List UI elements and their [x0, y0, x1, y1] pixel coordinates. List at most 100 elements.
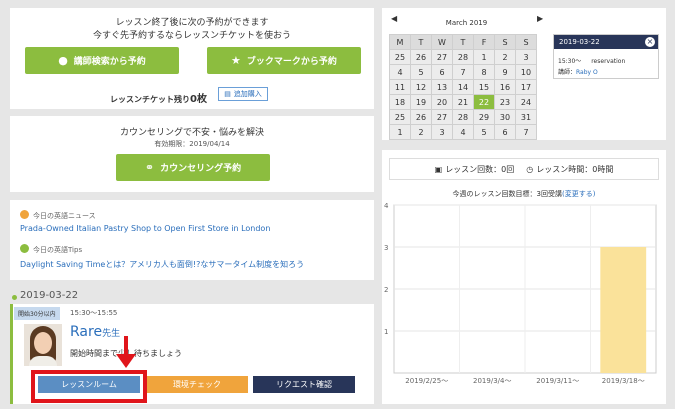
add-purchase-button[interactable]: ▤ 追加購入: [218, 87, 268, 101]
calendar-day[interactable]: 27: [431, 49, 453, 65]
calendar-day[interactable]: 22: [473, 94, 495, 110]
popup-teacher-link[interactable]: Raby O: [576, 69, 598, 76]
lesson-date-dot: [12, 295, 17, 300]
annotation-arrow: [124, 336, 128, 356]
popup-teacher-row: 講師：Raby O: [558, 69, 598, 76]
calendar-day[interactable]: 15: [473, 79, 495, 95]
tips-label: 今日の英語Tips: [20, 244, 82, 255]
lesson-count-icon: ▣: [434, 164, 443, 174]
popup-time-row: 15:30～ reservation: [558, 58, 626, 65]
chart-bar: [600, 247, 647, 373]
calendar-day[interactable]: 14: [452, 79, 474, 95]
chart-x-tick: 2019/3/11～: [536, 377, 579, 385]
calendar-day[interactable]: 26: [410, 109, 432, 125]
calendar-day[interactable]: 31: [515, 109, 537, 125]
calendar-day[interactable]: 5: [473, 124, 495, 140]
panel-line-2: 今すぐ先予約するならレッスンチケットを使おう: [92, 31, 291, 41]
calendar-day[interactable]: 11: [389, 79, 411, 95]
calendar-day[interactable]: 28: [452, 109, 474, 125]
teacher-name[interactable]: Rare先生: [70, 324, 120, 340]
headset-icon: ⚭: [144, 161, 155, 174]
chart-y-tick: 2: [384, 286, 388, 294]
reservation-popup: 2019-03-22 × 15:30～ reservation 講師：Raby …: [553, 34, 659, 79]
calendar-day[interactable]: 4: [389, 64, 411, 80]
bookmark-button[interactable]: ★ ブックマークから予約: [207, 47, 361, 74]
ticket-remaining: レッスンチケット残り0枚: [110, 94, 207, 105]
calendar-day[interactable]: 28: [452, 49, 474, 65]
chart-y-tick: 1: [384, 328, 388, 336]
teacher-avatar[interactable]: [24, 324, 62, 366]
calendar-weekday: S: [494, 34, 516, 50]
calendar-weekday: T: [410, 34, 432, 50]
calendar-day[interactable]: 30: [494, 109, 516, 125]
tips-link[interactable]: Daylight Saving Timeとは？アメリカ人も面倒!?なサマータイム…: [20, 259, 304, 270]
news-link[interactable]: Prada-Owned Italian Pastry Shop to Open …: [20, 224, 270, 233]
counseling-button[interactable]: ⚭ カウンセリング予約: [116, 154, 270, 181]
calendar-day[interactable]: 16: [494, 79, 516, 95]
calendar-weekday: W: [431, 34, 453, 50]
chart-x-tick: 2019/2/25～: [405, 377, 448, 385]
calendar-day[interactable]: 12: [410, 79, 432, 95]
calendar-day[interactable]: 13: [431, 79, 453, 95]
cart-icon: ▤: [224, 90, 231, 98]
goal-change-link[interactable]: (変更する): [562, 190, 595, 198]
calendar-day[interactable]: 17: [515, 79, 537, 95]
calendar-day[interactable]: 23: [494, 94, 516, 110]
calendar-weekday: M: [389, 34, 411, 50]
chart-y-tick: 3: [384, 244, 388, 252]
counseling-expiry: 有効期限：2019/04/14: [154, 140, 230, 148]
chart-x-tick: 2019/3/4～: [473, 377, 511, 385]
star-icon: ★: [231, 54, 241, 67]
chart-x-tick: 2019/3/18～: [602, 377, 645, 385]
user-icon: ●: [58, 54, 68, 67]
calendar-day[interactable]: 26: [410, 49, 432, 65]
counseling-text: カウンセリングで不安・悩みを解決: [119, 128, 264, 138]
panel-line-1: レッスン終了後に次の予約ができます: [115, 18, 269, 28]
news-label: 今日の英語ニュース: [20, 210, 96, 221]
calendar-day[interactable]: 3: [431, 124, 453, 140]
next-month-icon[interactable]: ▶: [537, 14, 543, 23]
calendar-day[interactable]: 24: [515, 94, 537, 110]
calendar-day[interactable]: 5: [410, 64, 432, 80]
calendar-day[interactable]: 9: [494, 64, 516, 80]
request-confirm-button[interactable]: リクエスト確認: [253, 376, 355, 393]
calendar-day[interactable]: 25: [389, 109, 411, 125]
calendar-weekday: T: [452, 34, 474, 50]
calendar-day[interactable]: 2: [494, 49, 516, 65]
teacher-search-button[interactable]: ● 講師検索から予約: [25, 47, 179, 74]
env-check-button[interactable]: 環境チェック: [146, 376, 248, 393]
calendar-day[interactable]: 1: [389, 124, 411, 140]
calendar-day[interactable]: 1: [473, 49, 495, 65]
calendar-day[interactable]: 6: [494, 124, 516, 140]
calendar-day[interactable]: 7: [452, 64, 474, 80]
popup-header: 2019-03-22 ×: [554, 35, 658, 49]
calendar-day[interactable]: 6: [431, 64, 453, 80]
calendar-day[interactable]: 18: [389, 94, 411, 110]
calendar-day[interactable]: 29: [473, 109, 495, 125]
calendar-day[interactable]: 7: [515, 124, 537, 140]
calendar-day[interactable]: 10: [515, 64, 537, 80]
calendar-grid: MTWTFSS 25 26 27 28 1 2 3 4 5 6 7 8 9 10 11 12 13 14 15 16 1…: [389, 34, 537, 140]
clock-icon: ◷: [526, 164, 534, 174]
stats-box: ▣ レッスン回数：0回 ◷ レッスン時間：0時間: [389, 158, 659, 180]
chart-y-tick: 4: [384, 202, 389, 210]
annotation-box: [31, 370, 147, 403]
lesson-time: 15:30～15:55: [70, 309, 118, 317]
calendar-day[interactable]: 3: [515, 49, 537, 65]
calendar-weekday: F: [473, 34, 495, 50]
goal-text: 今週のレッスン回数目標：3回受講(変更する): [452, 190, 596, 198]
calendar-day[interactable]: 21: [452, 94, 474, 110]
calendar-day[interactable]: 27: [431, 109, 453, 125]
close-icon[interactable]: ×: [645, 37, 655, 47]
calendar-day[interactable]: 2: [410, 124, 432, 140]
rss-icon: [20, 210, 29, 219]
calendar-day[interactable]: 20: [431, 94, 453, 110]
calendar-day[interactable]: 8: [473, 64, 495, 80]
calendar-day[interactable]: 25: [389, 49, 411, 65]
calendar-weekday: S: [515, 34, 537, 50]
lesson-badge: 開始30分以内: [14, 307, 60, 320]
annotation-arrowhead: [116, 354, 136, 368]
calendar-day[interactable]: 19: [410, 94, 432, 110]
globe-icon: [20, 244, 29, 253]
calendar-day[interactable]: 4: [452, 124, 474, 140]
